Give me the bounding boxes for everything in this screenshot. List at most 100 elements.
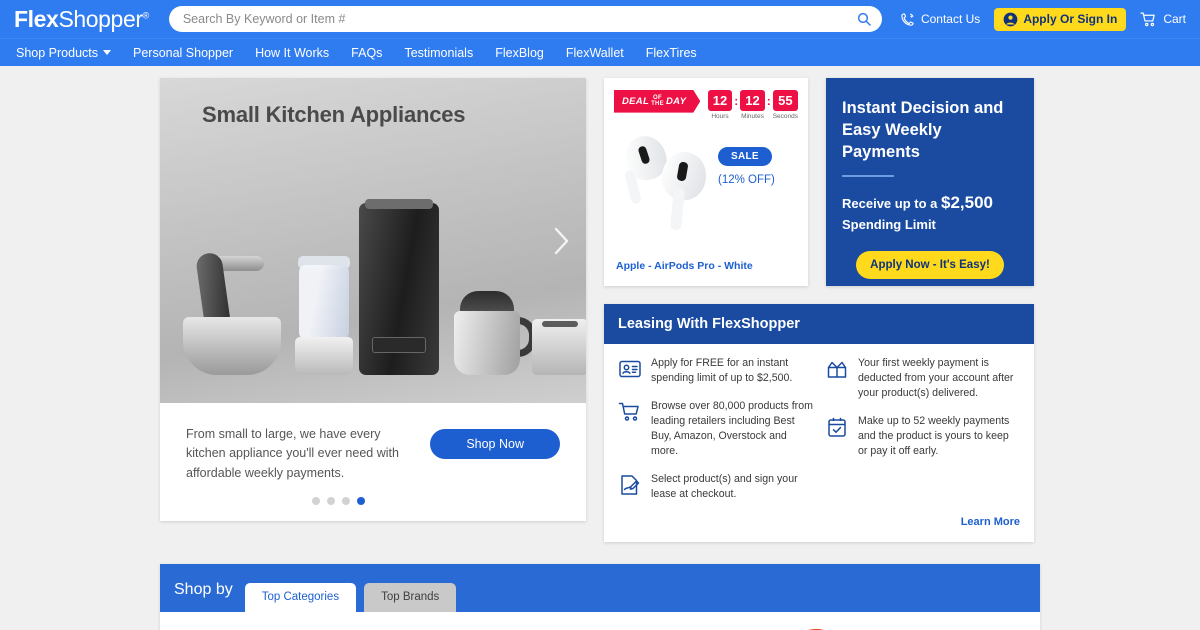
search-input[interactable] [182, 12, 856, 26]
ribbon-day-text: DAY [665, 95, 687, 107]
search-bar[interactable] [168, 6, 882, 32]
tab-top-categories[interactable]: Top Categories [244, 583, 357, 613]
contact-us-link[interactable]: Contact Us [900, 12, 980, 27]
ribbon-deal-text: DEAL [622, 95, 650, 107]
learn-more-row: Learn More [604, 512, 1034, 542]
apply-or-sign-in-button[interactable]: Apply Or Sign In [994, 7, 1127, 31]
promo-amount: $2,500 [940, 193, 993, 213]
shop-by-section: Shop by Top Categories Top Brands [0, 564, 1200, 630]
tab-top-brands[interactable]: Top Brands [364, 583, 457, 613]
hero-caption: From small to large, we have every kitch… [186, 427, 399, 480]
timer-seconds-label: Seconds [772, 113, 798, 120]
search-icon[interactable] [856, 11, 872, 27]
hero-title: Small Kitchen Appliances [202, 102, 466, 127]
leasing-title: Leasing With FlexShopper [604, 304, 1034, 344]
timer-colon-1: : [734, 94, 739, 108]
top-section: Small Kitchen Appliances From small to l… [0, 78, 1200, 543]
phone-icon [900, 12, 915, 27]
leasing-features: Apply for FREE for an instant spending l… [604, 344, 1034, 512]
deal-of-the-day-card: DEAL OF THE DAY 12 Hours: 12 Minutes: … [604, 78, 808, 286]
shop-now-button[interactable]: Shop Now [430, 429, 560, 459]
shop-by-label: Shop by [174, 581, 233, 599]
timer-hours-label: Hours [711, 113, 729, 120]
nav-item-flexwallet[interactable]: FlexWallet [566, 46, 624, 60]
deal-product-name-link[interactable]: Apple - AirPods Pro - White [616, 260, 753, 272]
leasing-item-browse-products: Browse over 80,000 products from leading… [618, 399, 813, 459]
flexshopper-logo[interactable]: FlexShopper® [14, 6, 149, 33]
leasing-item-apply-free: Apply for FREE for an instant spending l… [618, 356, 813, 386]
leasing-item-52-payments: Make up to 52 weekly payments and the pr… [825, 414, 1020, 459]
nav-item-flextires[interactable]: FlexTires [646, 46, 697, 60]
ribbon-of-the-text: OF THE [651, 95, 664, 108]
calendar-check-icon [825, 415, 849, 439]
id-card-icon [618, 357, 642, 381]
chevron-down-icon [103, 50, 111, 55]
carousel-dot-4[interactable] [356, 497, 365, 506]
cart-link[interactable]: Cart [1140, 11, 1186, 28]
timer-minutes-value: 12 [740, 90, 765, 111]
top-header-bar: FlexShopper® Contact Us Apply Or Sign In [0, 0, 1200, 38]
promo-spending-limit-text: Receive up to a $2,500 Spending Limit [842, 191, 1018, 234]
open-box-icon [825, 357, 849, 381]
nav-item-personal-shopper[interactable]: Personal Shopper [133, 46, 233, 60]
airpods-pro-image[interactable] [614, 130, 718, 234]
countdown-timer: 12 Hours : 12 Minutes : 55 Seconds [707, 90, 798, 120]
sign-lease-icon [618, 473, 642, 497]
hero-image-kitchen-appliances: Small Kitchen Appliances [160, 78, 586, 403]
contact-us-label: Contact Us [920, 12, 981, 26]
page-content: Small Kitchen Appliances From small to l… [0, 66, 1200, 630]
carousel-dot-2[interactable] [326, 497, 335, 506]
timer-seconds: 55 Seconds [772, 90, 798, 120]
cart-label: Cart [1163, 12, 1186, 26]
timer-hours: 12 Hours [707, 90, 733, 120]
leasing-left-column: Apply for FREE for an instant spending l… [618, 356, 813, 502]
header-actions: Contact Us Apply Or Sign In Cart [900, 7, 1186, 31]
timer-minutes-label: Minutes [741, 113, 764, 120]
carousel-dot-1[interactable] [311, 497, 320, 506]
apply-now-button[interactable]: Apply Now - It's Easy! [856, 250, 1004, 279]
shop-by-header: Shop by Top Categories Top Brands [160, 564, 1040, 613]
leasing-right-column: Your first weekly payment is deducted fr… [825, 356, 1020, 502]
learn-more-link[interactable]: Learn More [961, 516, 1020, 528]
promo-headline: Instant Decision and Easy Weekly Payment… [842, 99, 1004, 161]
nav-item-faqs[interactable]: FAQs [351, 46, 382, 60]
nav-item-how-it-works[interactable]: How It Works [255, 46, 329, 60]
leasing-item-text: Make up to 52 weekly payments and the pr… [858, 415, 1010, 458]
shopping-cart-icon [618, 400, 642, 424]
deal-body: SALE (12% OFF) [614, 130, 798, 234]
category-thumbnails: 70 [160, 612, 1040, 630]
nav-label: Shop Products [16, 45, 98, 60]
logo-flex-text: Flex [14, 5, 59, 32]
right-column: DEAL OF THE DAY 12 Hours: 12 Minutes: … [604, 78, 1034, 543]
timer-seconds-value: 55 [772, 90, 798, 111]
shopping-cart-icon [1140, 11, 1157, 28]
carousel-dot-3[interactable] [341, 497, 350, 506]
promo-prefix: Receive up to a [842, 196, 941, 212]
apply-button-label: Apply Or Sign In [1023, 12, 1118, 26]
logo-shopper-text: Shopper [58, 5, 143, 32]
leasing-item-first-payment: Your first weekly payment is deducted fr… [825, 356, 1020, 401]
timer-hours-value: 12 [707, 90, 733, 111]
leasing-with-flexshopper-card: Leasing With FlexShopper Apply for FREE … [604, 304, 1034, 543]
nav-item-shop-products[interactable]: Shop Products [16, 46, 111, 60]
promo-divider [842, 175, 894, 178]
carousel-dots [186, 497, 560, 506]
person-icon [1003, 12, 1018, 27]
instant-decision-promo-card: Instant Decision and Easy Weekly Payment… [826, 78, 1034, 286]
carousel-next-arrow-icon[interactable] [550, 224, 572, 258]
sale-badge: SALE [718, 147, 772, 166]
shop-by-card: Shop by Top Categories Top Brands [160, 564, 1040, 630]
leasing-item-text: Apply for FREE for an instant spending l… [651, 357, 793, 385]
hero-footer: From small to large, we have every kitch… [160, 403, 586, 521]
nav-item-flexblog[interactable]: FlexBlog [495, 46, 544, 60]
discount-label: (12% OFF) [718, 174, 775, 186]
logo-registered-mark: ® [142, 9, 150, 20]
ribbon-of: OF [653, 95, 662, 101]
timer-colon-2: : [766, 94, 771, 108]
deal-of-the-day-ribbon: DEAL OF THE DAY [614, 90, 701, 113]
timer-minutes: 12 Minutes [740, 90, 765, 120]
nav-item-testimonials[interactable]: Testimonials [404, 46, 473, 60]
leasing-item-text: Select product(s) and sign your lease at… [651, 473, 798, 501]
hero-carousel: Small Kitchen Appliances From small to l… [160, 78, 586, 522]
deal-meta: SALE (12% OFF) [718, 130, 775, 234]
